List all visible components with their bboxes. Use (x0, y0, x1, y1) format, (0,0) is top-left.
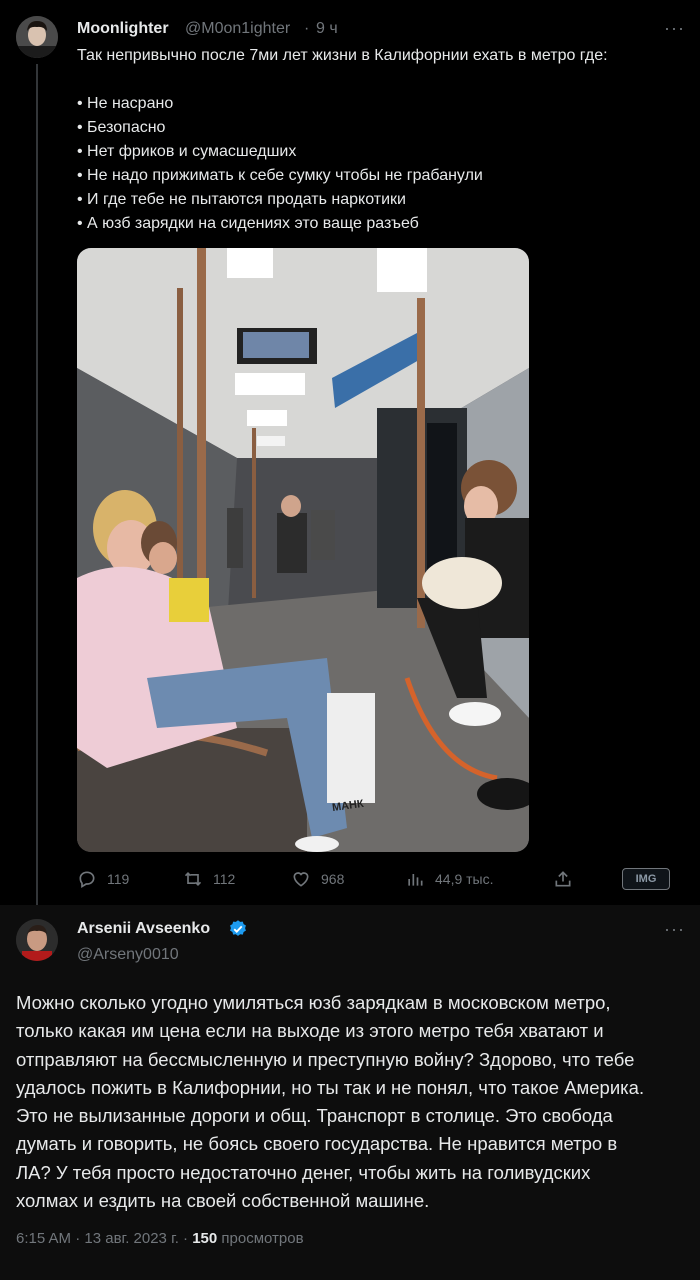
reply-tweet: Arsenii Avseenko @Arseny0010 ··· Можно с… (0, 905, 700, 1280)
repost-button[interactable]: 112 (183, 864, 235, 894)
reply-count: 119 (107, 871, 130, 887)
tweet-text-line: отправляют на бессмысленную и преступную… (16, 1048, 635, 1070)
tweet-list-item: • Нет фриков и сумасшедших (77, 143, 297, 160)
separator-dot: · (304, 20, 310, 37)
tweet-list-item: • Безопасно (77, 119, 166, 136)
heart-icon (293, 872, 309, 887)
tweet-text-line: Это не вылизанные дороги и общ. Транспор… (16, 1105, 613, 1127)
author-handle[interactable]: @Arseny0010 (77, 946, 179, 964)
repost-count: 112 (213, 871, 236, 887)
quoted-tweet: Moonlighter @M0on1ighter · 9 ч ··· Так н… (0, 0, 700, 906)
views-count: 44,9 тыс. (435, 871, 494, 887)
tweet-text-line: Так непривычно после 7ми лет жизни в Кал… (77, 47, 608, 64)
avatar-image (16, 919, 58, 961)
views-count: 150 (192, 1230, 218, 1247)
tweet-text-line: холмах и ездить на своей собственной маш… (16, 1190, 430, 1212)
tweet-text: Можно сколько угодно умиляться юзб заряд… (16, 989, 692, 1215)
tweet-text-line: только какая им цена если на выходе из э… (16, 1020, 604, 1042)
metro-photo[interactable]: МАНК (77, 248, 529, 852)
like-button[interactable]: 968 (291, 864, 344, 894)
views-label: просмотров (221, 1230, 304, 1247)
post-time[interactable]: 9 ч (316, 20, 338, 38)
tweet-text-line: думать и говорить, не боясь своего госуд… (16, 1133, 618, 1155)
author-handle[interactable]: @M0on1ighter (185, 20, 290, 38)
avatar-image (16, 16, 58, 58)
separator-dot: · (183, 1230, 189, 1247)
tweet-text-line: ЛА? У тебя просто недостаточно денег, чт… (16, 1161, 591, 1183)
author-name[interactable]: Moonlighter (77, 20, 169, 38)
img-badge[interactable]: IMG (622, 868, 670, 890)
post-date[interactable]: 13 авг. 2023 г. (84, 1230, 178, 1247)
tweet-list-item: • Не надо прижимать к себе сумку чтобы н… (77, 167, 483, 184)
tweet-text-line: Можно сколько угодно умиляться юзб заряд… (16, 992, 611, 1013)
like-count: 968 (321, 871, 345, 887)
thread-line (36, 64, 38, 906)
avatar[interactable] (16, 919, 58, 961)
share-button[interactable] (553, 864, 573, 894)
action-bar: 119 112 968 44,9 тыс. (77, 864, 677, 894)
post-time[interactable]: 6:15 AM (16, 1230, 71, 1247)
more-options-icon[interactable]: ··· (664, 919, 685, 940)
tweet-list-item: • А юзб зарядки на сидениях это ваще раз… (77, 215, 419, 232)
more-options-icon[interactable]: ··· (664, 18, 685, 39)
verified-badge-icon (230, 920, 246, 936)
author-name[interactable]: Arsenii Avseenko (77, 920, 210, 938)
metro-car-illustration (77, 248, 529, 852)
reply-icon (79, 871, 95, 888)
tweet-text-line: удалось пожить в Калифорнии, но ты так и… (16, 1076, 645, 1098)
tweet-list-item: • Не насрано (77, 95, 174, 112)
tweet-meta: 6:15 AM · 13 авг. 2023 г. · 150 просмотр… (16, 1230, 304, 1247)
views-icon (408, 874, 423, 886)
separator-dot: · (75, 1230, 81, 1247)
reply-button[interactable]: 119 (77, 864, 129, 894)
avatar[interactable] (16, 16, 58, 58)
tweet-text: Так непривычно после 7ми лет жизни в Кал… (77, 44, 677, 236)
repost-icon (184, 871, 202, 887)
tweet-list-item: • И где тебе не пытаются продать наркоти… (77, 191, 406, 208)
views-button[interactable]: 44,9 тыс. (405, 864, 494, 894)
share-icon (555, 871, 571, 887)
